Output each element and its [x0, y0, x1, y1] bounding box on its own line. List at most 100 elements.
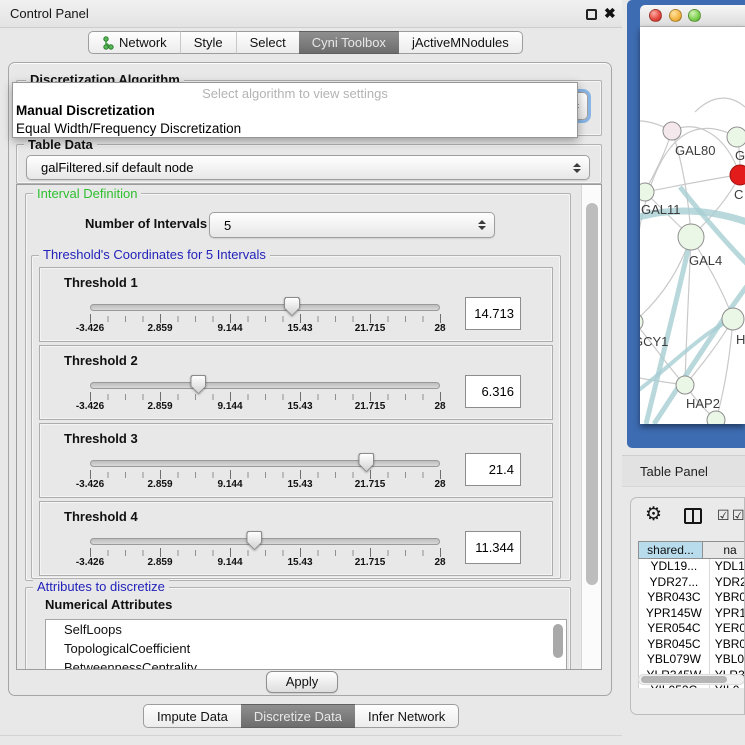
tab-style[interactable]: Style [180, 31, 236, 54]
table-row[interactable]: YBR043CYBR0 [639, 590, 745, 606]
node-circle[interactable] [663, 122, 681, 140]
slider-track[interactable] [90, 538, 440, 545]
slider-track[interactable] [90, 460, 440, 467]
column-header-name[interactable]: na [703, 541, 745, 559]
threshold-value-field[interactable]: 6.316 [465, 375, 521, 408]
network-edge[interactable] [695, 98, 745, 112]
slider-scale: -3.4262.8599.14415.4321.71528 [90, 557, 441, 570]
cell-shared-name[interactable]: YBR045C [639, 637, 709, 653]
cell-name[interactable]: YBR0 [709, 590, 745, 606]
gear-icon[interactable]: ⚙ [645, 504, 662, 526]
list-item[interactable]: TopologicalCoefficient [46, 639, 566, 658]
algorithm-option-equal-width[interactable]: Equal Width/Frequency Discretization [16, 121, 241, 136]
node-circle[interactable] [676, 376, 694, 394]
tab-jactivemnodules[interactable]: jActiveMNodules [399, 31, 523, 54]
threshold-value-field[interactable]: 11.344 [465, 531, 521, 564]
cell-name[interactable]: YER0 [709, 621, 745, 637]
slider-major-tick [230, 314, 231, 323]
list-item[interactable]: SelfLoops [46, 620, 566, 639]
number-of-intervals-combobox[interactable]: 5 [209, 212, 495, 238]
list-scrollbar-thumb[interactable] [553, 624, 563, 658]
table-row[interactable]: YBR045CYBR0 [639, 637, 745, 653]
checkbox-icon[interactable]: ☑ [717, 508, 730, 522]
threshold-panel: Threshold 4-3.4262.8599.14415.4321.71528… [39, 501, 553, 576]
slider-minor-ticks [90, 394, 441, 400]
cell-name[interactable]: YPR1 [709, 606, 745, 622]
slider-track[interactable] [90, 304, 440, 311]
slider-thumb[interactable] [284, 297, 300, 316]
network-edge[interactable] [645, 175, 740, 192]
table-row[interactable]: YDR27...YDR2 [639, 575, 745, 591]
list-item[interactable]: BetweennessCentrality [46, 658, 566, 670]
node-circle[interactable] [730, 165, 745, 185]
network-edge[interactable] [645, 131, 672, 192]
cell-shared-name[interactable]: YBL079W [639, 652, 709, 668]
cell-shared-name[interactable]: YER054C [639, 621, 709, 637]
network-canvas[interactable]: GAL80GACGAL11GAL4GCY1HHAP2 [640, 27, 745, 424]
slider-thumb[interactable] [358, 453, 374, 472]
control-panel-title: Control Panel [10, 6, 89, 21]
tab-network[interactable]: Network [88, 31, 180, 54]
cell-shared-name[interactable]: YDL19... [639, 559, 709, 575]
slider-thumb[interactable] [246, 531, 262, 550]
threshold-value-field[interactable]: 21.4 [465, 453, 521, 486]
table-row[interactable]: YPR145WYPR1 [639, 606, 745, 622]
settings-scrollbar[interactable] [581, 185, 602, 670]
network-edge-thick[interactable] [646, 237, 691, 424]
tick-label: 2.859 [147, 479, 172, 490]
tab-discretize-data[interactable]: Discretize Data [241, 704, 355, 728]
cell-name[interactable]: YBR0 [709, 637, 745, 653]
slider-major-tick [440, 548, 441, 557]
node-circle[interactable] [722, 308, 744, 330]
minimize-traffic-light[interactable] [669, 9, 682, 22]
table-horizontal-scrollbar-thumb[interactable] [641, 676, 727, 683]
tick-label: 28 [434, 323, 445, 334]
table-row[interactable]: YER054CYER0 [639, 621, 745, 637]
checkbox-icon[interactable]: ☑ [732, 508, 745, 522]
node-circle[interactable] [678, 224, 704, 250]
cell-name[interactable]: YBL0 [709, 652, 745, 668]
network-edge[interactable] [691, 237, 733, 319]
apply-button[interactable]: Apply [266, 671, 338, 693]
tab-label: Impute Data [157, 709, 228, 724]
table-row[interactable]: YBL079WYBL0 [639, 652, 745, 668]
column-header-shared-name[interactable]: shared... [638, 541, 703, 559]
tab-impute-data[interactable]: Impute Data [143, 704, 241, 728]
attributes-group-title: Attributes to discretize [33, 579, 169, 594]
zoom-traffic-light[interactable] [688, 9, 701, 22]
tick-label: 28 [434, 557, 445, 568]
network-window-frame[interactable]: GAL80GACGAL11GAL4GCY1HHAP2 [627, 0, 745, 448]
network-window-titlebar[interactable] [640, 5, 745, 27]
node-circle[interactable] [640, 183, 654, 201]
slider-scale: -3.4262.8599.14415.4321.71528 [90, 479, 441, 492]
table-row[interactable]: YDL19...YDL1 [639, 559, 745, 575]
node-circle[interactable] [727, 127, 745, 147]
tab-select[interactable]: Select [236, 31, 299, 54]
node-circle[interactable] [707, 411, 725, 424]
slider-thumb[interactable] [190, 375, 206, 394]
numerical-attributes-list[interactable]: SelfLoopsTopologicalCoefficientBetweenne… [45, 619, 567, 670]
table-data-combobox[interactable]: galFiltered.sif default node [26, 155, 590, 180]
tab-label: Cyni Toolbox [312, 35, 386, 50]
slider-track[interactable] [90, 382, 440, 389]
cell-name[interactable]: YDR2 [709, 575, 745, 591]
tab-label: Select [250, 35, 286, 50]
cell-name[interactable]: YDL1 [709, 559, 745, 575]
settings-scrollbar-thumb[interactable] [586, 203, 598, 585]
algorithm-option-manual[interactable]: Manual Discretization [16, 103, 155, 118]
cell-shared-name[interactable]: YPR145W [639, 606, 709, 622]
table-horizontal-scrollbar[interactable] [638, 674, 745, 685]
split-columns-icon[interactable] [684, 508, 702, 524]
close-icon[interactable]: ✖ [604, 5, 616, 22]
tab-cyni-toolbox[interactable]: Cyni Toolbox [299, 31, 399, 54]
cell-shared-name[interactable]: YBR043C [639, 590, 709, 606]
tab-infer-network[interactable]: Infer Network [355, 704, 459, 728]
cell-shared-name[interactable]: YDR27... [639, 575, 709, 591]
slider-minor-ticks [90, 472, 441, 478]
close-traffic-light[interactable] [649, 9, 662, 22]
float-window-icon[interactable] [586, 9, 597, 20]
slider-major-tick [90, 314, 91, 323]
table-panel-title: Table Panel [640, 464, 708, 479]
control-panel-titlebar: Control Panel ✖ [0, 0, 622, 28]
threshold-value-field[interactable]: 14.713 [465, 297, 521, 330]
